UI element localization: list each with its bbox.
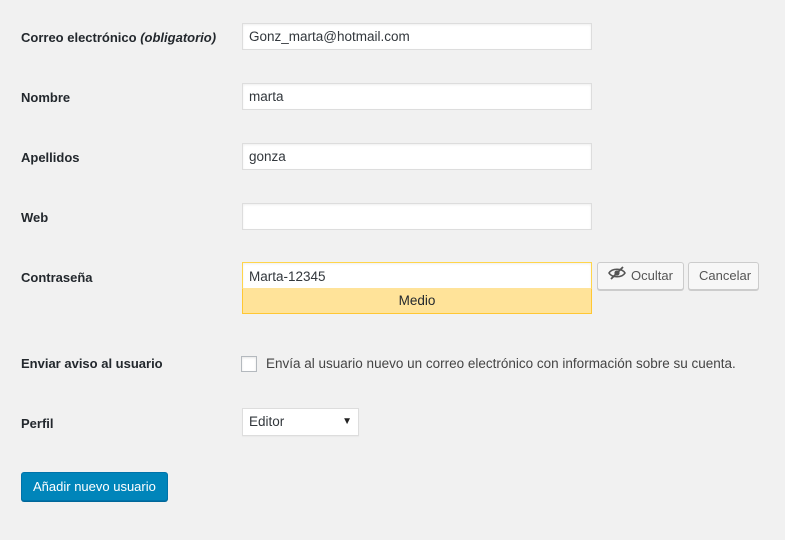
hide-button-label: Ocultar: [631, 268, 673, 283]
notify-label: Enviar aviso al usuario: [21, 356, 163, 371]
notify-checkbox[interactable]: [241, 356, 257, 372]
cancel-password-button[interactable]: Cancelar: [688, 262, 759, 290]
add-new-user-button[interactable]: Añadir nuevo usuario: [21, 472, 168, 501]
email-label: Correo electrónico (obligatorio): [21, 30, 216, 45]
role-selected-value: Editor: [249, 414, 285, 429]
password-field[interactable]: [242, 262, 592, 289]
hide-password-button[interactable]: Ocultar: [597, 262, 684, 290]
first-name-field[interactable]: [242, 83, 592, 110]
last-name-field[interactable]: [242, 143, 592, 170]
dropdown-arrow-icon: ▼: [342, 416, 352, 427]
notify-checkbox-label[interactable]: Envía al usuario nuevo un correo electró…: [266, 356, 736, 371]
eye-slash-icon: [608, 263, 626, 289]
website-field[interactable]: [242, 203, 592, 230]
role-label: Perfil: [21, 416, 54, 431]
first-name-label: Nombre: [21, 90, 71, 105]
email-field[interactable]: [242, 23, 592, 50]
email-label-text: Correo electrónico: [21, 30, 137, 45]
password-strength-meter: Medio: [242, 288, 592, 314]
website-label: Web: [21, 210, 49, 225]
required-note: (obligatorio): [140, 30, 217, 45]
password-label: Contraseña: [21, 270, 93, 285]
role-select[interactable]: Editor ▼: [242, 408, 359, 436]
last-name-label: Apellidos: [21, 150, 80, 165]
